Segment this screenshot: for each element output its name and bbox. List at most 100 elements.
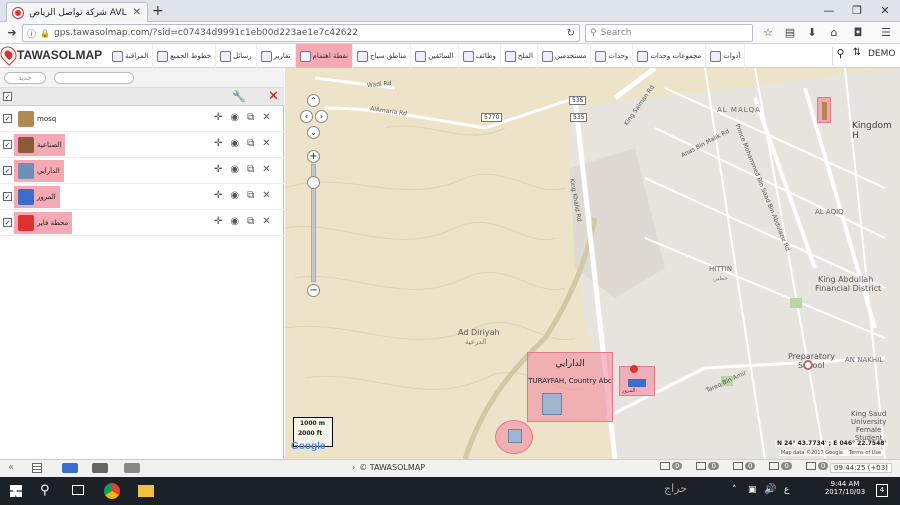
menu-item-4[interactable]: نقطة اهتمام bbox=[295, 44, 353, 68]
locate-icon[interactable]: ✛ bbox=[214, 164, 222, 175]
menu-item-0[interactable]: المراقبة bbox=[108, 44, 154, 68]
truck-icon[interactable] bbox=[62, 463, 78, 473]
zoom-slider-handle[interactable] bbox=[307, 176, 320, 189]
back-icon[interactable]: ➜ bbox=[4, 26, 20, 40]
row-checkbox[interactable]: ✓ bbox=[3, 114, 12, 123]
poi-marker-traffic[interactable]: المرور bbox=[619, 365, 655, 396]
copy-icon[interactable]: ⧉ bbox=[247, 190, 254, 201]
search-icon[interactable]: ⚲ bbox=[40, 483, 50, 498]
notification-icon[interactable]: 4 bbox=[876, 484, 888, 497]
translate-icon[interactable]: ⇅ bbox=[850, 47, 864, 65]
browser-search-input[interactable]: ⚲ Search bbox=[585, 24, 753, 42]
zoom-in-icon[interactable]: + bbox=[307, 150, 320, 163]
locate-icon[interactable]: ✛ bbox=[214, 216, 222, 227]
poi-row[interactable]: ✓ mosq ✛ ◉ ⧉ ✕ bbox=[0, 106, 284, 132]
menu-item-11[interactable]: مجموعات وحدات bbox=[633, 44, 707, 68]
remove-icon[interactable]: ✕ bbox=[262, 138, 270, 149]
copy-icon[interactable]: ⧉ bbox=[247, 216, 254, 227]
row-label-box[interactable]: المرور bbox=[14, 186, 60, 208]
row-label-box[interactable]: الدارايي bbox=[14, 160, 64, 182]
visibility-icon[interactable]: ◉ bbox=[230, 112, 239, 123]
remove-icon[interactable]: ✕ bbox=[262, 164, 270, 175]
minimize-icon[interactable]: — bbox=[815, 2, 843, 20]
tab-close-icon[interactable]: ✕ bbox=[133, 7, 141, 18]
poi-marker-circle[interactable] bbox=[495, 420, 533, 454]
url-text[interactable]: gps.tawasolmap.com/?sid=c07434d9991c1eb0… bbox=[54, 28, 563, 38]
row-label-box[interactable]: الصناعية bbox=[14, 134, 66, 156]
visibility-icon[interactable]: ◉ bbox=[230, 216, 239, 227]
new-button[interactable]: جديد bbox=[4, 72, 46, 84]
poi-row[interactable]: ✓ الصناعية ✛ ◉ ⧉ ✕ bbox=[0, 132, 284, 158]
download-icon[interactable]: ⬇ bbox=[804, 26, 820, 40]
row-label-box[interactable]: mosq bbox=[14, 108, 60, 130]
counter-2[interactable]: 0 bbox=[732, 462, 756, 470]
url-bar[interactable]: ⓘ 🔒 gps.tawasolmap.com/?sid=c07434d9991c… bbox=[22, 24, 580, 42]
collapse-panel-icon[interactable]: « bbox=[8, 462, 14, 473]
terms-link[interactable]: Terms of Use bbox=[849, 450, 881, 456]
row-checkbox[interactable]: ✓ bbox=[3, 218, 12, 227]
poi-marker-diriyah[interactable]: الدارايي TURAYFAH, Country Abc bbox=[527, 352, 613, 422]
row-checkbox[interactable]: ✓ bbox=[3, 192, 12, 201]
delete-all-icon[interactable]: ✕ bbox=[268, 89, 279, 104]
select-all-checkbox[interactable]: ✓ bbox=[3, 92, 12, 101]
menu-item-5[interactable]: مناطق سياج bbox=[353, 44, 412, 68]
wrench-icon[interactable]: 🔧 bbox=[232, 90, 246, 103]
counter-3[interactable]: 0 bbox=[769, 462, 792, 470]
language-indicator[interactable]: ع bbox=[784, 485, 789, 495]
visibility-icon[interactable]: ◉ bbox=[230, 164, 239, 175]
bookmark-star-icon[interactable]: ☆ bbox=[760, 26, 776, 40]
remove-icon[interactable]: ✕ bbox=[262, 112, 270, 123]
menu-item-6[interactable]: السائقين bbox=[411, 44, 459, 68]
browser-tab[interactable]: شركة تواصل الرياض AVL ✕ bbox=[6, 2, 148, 22]
map-search-icon[interactable]: ⚲ bbox=[832, 47, 848, 65]
remove-icon[interactable]: ✕ bbox=[262, 216, 270, 227]
user-name[interactable]: DEMO bbox=[868, 49, 895, 59]
copy-icon[interactable]: ⧉ bbox=[247, 138, 254, 149]
info-icon[interactable]: ⓘ bbox=[27, 27, 36, 40]
window-close-icon[interactable]: ✕ bbox=[871, 2, 899, 20]
visibility-icon[interactable]: ◉ bbox=[230, 190, 239, 201]
file-explorer-icon[interactable] bbox=[138, 485, 154, 497]
menu-item-10[interactable]: وحدات bbox=[591, 44, 634, 68]
copy-icon[interactable]: ⧉ bbox=[247, 112, 254, 123]
row-checkbox[interactable]: ✓ bbox=[3, 140, 12, 149]
home-icon[interactable]: ⌂ bbox=[826, 26, 842, 40]
row-checkbox[interactable]: ✓ bbox=[3, 166, 12, 175]
reload-icon[interactable]: ↻ bbox=[567, 28, 575, 39]
chrome-icon[interactable] bbox=[104, 483, 120, 499]
network-icon[interactable]: ▣ bbox=[748, 485, 757, 495]
pan-left-icon[interactable]: ‹ bbox=[300, 110, 313, 123]
windows-start-icon[interactable] bbox=[10, 485, 22, 497]
poi-row[interactable]: ✓ المرور ✛ ◉ ⧉ ✕ bbox=[0, 184, 284, 210]
poi-marker-mosq[interactable] bbox=[817, 97, 831, 123]
pan-right-icon[interactable]: › bbox=[315, 110, 328, 123]
menu-item-1[interactable]: خطوط الجميع bbox=[153, 44, 217, 68]
menu-item-3[interactable]: تقارير bbox=[257, 44, 296, 68]
filter-input[interactable] bbox=[54, 72, 134, 84]
reading-list-icon[interactable]: ▤ bbox=[782, 26, 798, 40]
map-view[interactable]: 535 5770 535 Wadi Rd AlAmaria Rd King Kh… bbox=[285, 68, 900, 459]
counter-1[interactable]: 0 bbox=[696, 462, 719, 470]
poi-row[interactable]: ✓ الدارايي ✛ ◉ ⧉ ✕ bbox=[0, 158, 284, 184]
menu-item-9[interactable]: مستخدمين bbox=[538, 44, 592, 68]
counter-4[interactable]: 0 bbox=[805, 462, 829, 470]
remove-icon[interactable]: ✕ bbox=[262, 190, 270, 201]
truck-settings-icon[interactable] bbox=[124, 463, 140, 473]
row-label-box[interactable]: محطة فاير bbox=[14, 212, 73, 234]
pan-down-icon[interactable]: ⌄ bbox=[307, 126, 320, 139]
menu-item-7[interactable]: وظائف bbox=[459, 44, 501, 68]
volume-icon[interactable]: 🔊 bbox=[764, 484, 776, 495]
locate-icon[interactable]: ✛ bbox=[214, 112, 222, 123]
taskbar-clock[interactable]: 9:44 AM 2017/10/03 bbox=[820, 480, 870, 496]
restore-icon[interactable]: ❐ bbox=[843, 2, 871, 20]
menu-item-12[interactable]: أدوات bbox=[706, 44, 746, 68]
truck-list-icon[interactable] bbox=[92, 463, 108, 473]
locate-icon[interactable]: ✛ bbox=[214, 190, 222, 201]
task-view-icon[interactable] bbox=[72, 485, 84, 495]
visibility-icon[interactable]: ◉ bbox=[230, 138, 239, 149]
hamburger-menu-icon[interactable]: ☰ bbox=[878, 26, 894, 40]
new-tab-icon[interactable]: + bbox=[152, 3, 164, 19]
menu-item-2[interactable]: رسائل bbox=[216, 44, 257, 68]
chevron-up-icon[interactable]: ˄ bbox=[732, 485, 737, 495]
pan-up-icon[interactable]: ⌃ bbox=[307, 94, 320, 107]
